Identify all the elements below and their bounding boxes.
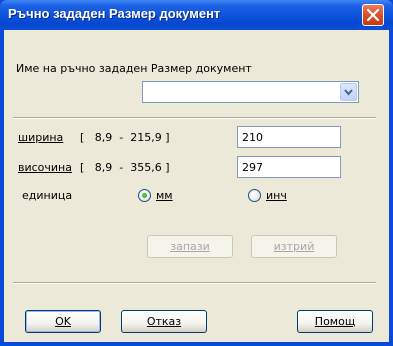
window-title: Ръчно зададен Размер документ: [8, 6, 221, 21]
close-button[interactable]: [362, 4, 384, 26]
delete-button[interactable]: изтрий: [251, 235, 337, 258]
dialog-body: Име на ръчно зададен Размер документ шир…: [4, 30, 389, 342]
combobox-dropdown-button[interactable]: [340, 83, 357, 101]
width-label: ширина: [18, 131, 64, 144]
help-button[interactable]: Помощ: [297, 310, 373, 333]
unit-inch-label[interactable]: инч: [266, 189, 287, 202]
name-combobox[interactable]: [142, 81, 359, 103]
width-field[interactable]: [237, 126, 341, 148]
unit-inch-radio[interactable]: [248, 189, 261, 202]
ok-button[interactable]: OK: [25, 310, 101, 333]
help-button-label: Помощ: [314, 315, 356, 328]
save-button[interactable]: запази: [147, 235, 233, 258]
height-label: височина: [18, 161, 72, 174]
unit-mm-radio[interactable]: [138, 189, 151, 202]
ok-button-label: OK: [55, 315, 71, 328]
dialog-window: Ръчно зададен Размер документ Име на ръч…: [0, 0, 393, 346]
delete-button-label: изтрий: [273, 240, 315, 253]
height-field[interactable]: [237, 156, 341, 178]
title-bar[interactable]: Ръчно зададен Размер документ: [0, 0, 393, 30]
unit-label: единица: [22, 189, 73, 202]
radio-selected-dot: [142, 193, 147, 198]
height-range: [ 8,9 - 355,6 ]: [80, 161, 170, 174]
close-icon: [367, 9, 379, 21]
cancel-button-label: Отказ: [146, 315, 182, 328]
chevron-down-icon: [344, 89, 353, 96]
separator-top: [13, 117, 376, 119]
separator-bottom: [13, 282, 376, 284]
save-button-label: запази: [170, 240, 210, 253]
width-range: [ 8,9 - 215,9 ]: [80, 131, 170, 144]
name-label: Име на ръчно зададен Размер документ: [16, 62, 252, 75]
unit-mm-label[interactable]: мм: [156, 189, 173, 202]
cancel-button[interactable]: Отказ: [121, 310, 207, 333]
